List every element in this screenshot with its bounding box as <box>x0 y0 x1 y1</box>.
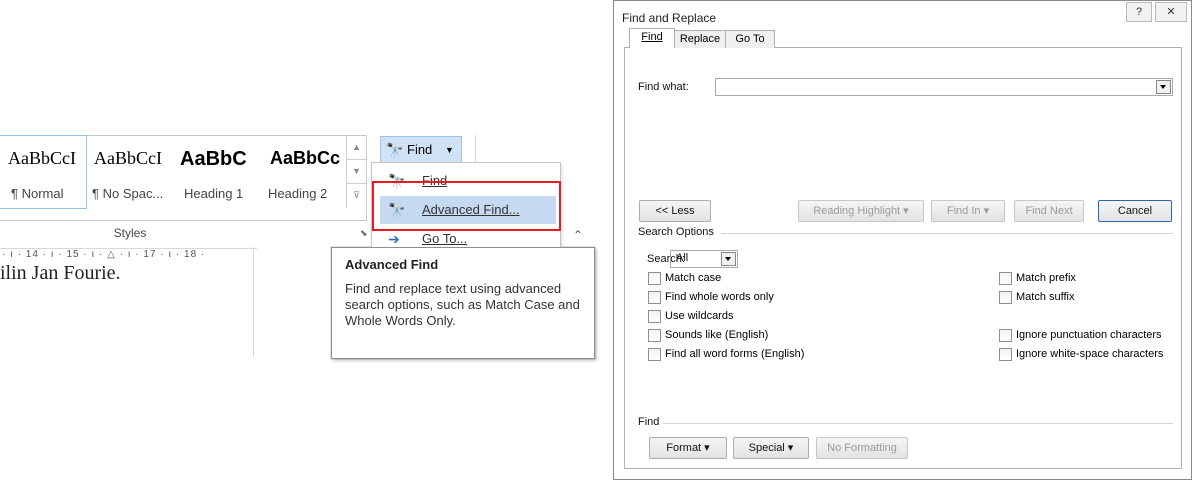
style-preview: AaBbCcI <box>94 148 162 168</box>
checkbox-label: Find all word forms (English) <box>665 348 805 360</box>
dropdown-arrow-icon[interactable] <box>1156 80 1171 94</box>
checkbox-label: Ignore punctuation characters <box>1016 329 1162 341</box>
search-options-label: Search Options <box>638 226 714 238</box>
style-normal[interactable]: AaBbCcI ¶ Normal <box>0 135 87 209</box>
reading-highlight-button[interactable]: Reading Highlight ▾ <box>798 200 924 222</box>
gallery-scroll[interactable]: ▲ ▼ ⊽ <box>346 136 366 208</box>
checkbox-box[interactable] <box>999 348 1012 361</box>
less-button[interactable]: << Less <box>639 200 711 222</box>
checkbox-label: Match prefix <box>1016 272 1076 284</box>
special-button[interactable]: Special ▾ <box>733 437 809 459</box>
arrow-right-icon: ➔ <box>388 231 400 247</box>
checkbox-box[interactable] <box>999 291 1012 304</box>
binoculars-icon: 🔭 <box>386 142 404 158</box>
checkbox-label: Use wildcards <box>665 310 734 322</box>
checkbox-label: Find whole words only <box>665 291 774 303</box>
dropdown-arrow-icon[interactable] <box>721 252 736 266</box>
dialog-launcher-icon[interactable]: ⬊ <box>360 228 368 239</box>
checkbox-box[interactable] <box>648 310 661 323</box>
style-name: Heading 2 <box>268 186 328 201</box>
style-name: ¶ Normal <box>11 186 64 201</box>
checkbox-label: Sounds like (English) <box>665 329 769 341</box>
tooltip: Advanced Find Find and replace text usin… <box>331 247 595 359</box>
checkbox-box[interactable] <box>648 329 661 342</box>
find-section-label: Find <box>638 416 660 428</box>
find-what-input[interactable] <box>715 78 1173 96</box>
page-edge <box>253 247 254 357</box>
tab-replace[interactable]: Replace <box>674 30 726 48</box>
find-in-button[interactable]: Find In ▾ <box>931 200 1005 222</box>
divider <box>721 233 1173 234</box>
style-heading-1[interactable]: AaBbC Heading 1 <box>178 136 266 208</box>
collapse-ribbon-icon[interactable]: ⌃ <box>573 228 583 242</box>
style-name: ¶ No Spac... <box>92 186 164 201</box>
checkbox-box[interactable] <box>648 291 661 304</box>
style-preview: AaBbCcI <box>8 148 76 168</box>
tab-label: Find <box>641 31 663 43</box>
dialog-title: Find and Replace <box>622 11 717 25</box>
close-icon[interactable]: ✕ <box>1155 2 1187 22</box>
checkbox-box[interactable] <box>648 272 661 285</box>
checkbox-label: Ignore white-space characters <box>1016 348 1164 360</box>
format-button[interactable]: Format ▾ <box>649 437 727 459</box>
find-button-label: Find <box>407 142 433 157</box>
tab-goto[interactable]: Go To <box>725 30 775 48</box>
styles-group-label: Styles <box>113 226 147 240</box>
find-button[interactable]: 🔭 Find ▼ <box>380 136 462 164</box>
tooltip-title: Advanced Find <box>345 257 439 272</box>
checkbox-box[interactable] <box>999 329 1012 342</box>
tab-find[interactable]: Find <box>629 28 675 48</box>
style-preview: AaBbC <box>180 148 247 170</box>
help-icon[interactable]: ? <box>1126 2 1152 22</box>
style-name: Heading 1 <box>184 186 244 201</box>
divider <box>663 423 1173 424</box>
checkbox-box[interactable] <box>999 272 1012 285</box>
cancel-button[interactable]: Cancel <box>1098 200 1172 222</box>
no-formatting-button[interactable]: No Formatting <box>816 437 908 459</box>
style-preview: AaBbCc <box>270 148 341 168</box>
find-next-button[interactable]: Find Next <box>1014 200 1084 222</box>
style-no-spacing[interactable]: AaBbCcI ¶ No Spac... <box>88 136 176 208</box>
checkbox-box[interactable] <box>648 348 661 361</box>
checkbox-label: Match case <box>665 272 722 284</box>
menu-item-label: Go To... <box>422 231 468 246</box>
tooltip-body: Find and replace text using advanced sea… <box>345 281 580 328</box>
scroll-down-icon[interactable]: ▼ <box>347 160 366 184</box>
styles-gallery: AaBbCcI ¶ Normal AaBbCcI ¶ No Spac... Aa… <box>0 135 367 221</box>
style-heading-2[interactable]: AaBbCc Heading 2 <box>264 136 344 208</box>
search-direction-select[interactable]: All <box>670 250 738 268</box>
chevron-down-icon: ▼ <box>445 145 454 155</box>
gallery-more-icon[interactable]: ⊽ <box>347 184 366 207</box>
checkbox-label: Match suffix <box>1016 291 1075 303</box>
tab-label: Go To <box>735 33 765 45</box>
highlight-outline <box>372 181 561 231</box>
find-what-label: Find what: <box>638 81 689 93</box>
find-replace-dialog: Find and Replace ? ✕ Find Replace Go To … <box>613 0 1192 480</box>
search-value: All <box>676 252 689 264</box>
dialog-body: Find Replace Go To Find what: << Less Re… <box>624 28 1182 469</box>
tab-label: Replace <box>679 33 721 45</box>
document-text: ilin Jan Fourie. <box>0 262 121 284</box>
scroll-up-icon[interactable]: ▲ <box>347 136 366 160</box>
